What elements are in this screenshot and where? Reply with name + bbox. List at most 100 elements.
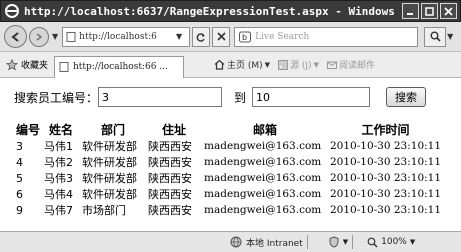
zone-label: 本地 Intranet (246, 238, 303, 249)
cell-department: 软件研发部 (82, 140, 137, 153)
search-options-icon[interactable]: ▼ (447, 32, 453, 41)
employee-id-label: 搜索员工编号： (14, 90, 99, 105)
magnifier-icon (430, 31, 441, 42)
close-icon (444, 6, 453, 16)
rss-icon (278, 59, 289, 70)
mail-icon (327, 61, 337, 69)
navigation-bar: ▼ http://localhost:6 ▼ b Live Search ▼ (0, 22, 461, 52)
stop-icon (217, 32, 226, 41)
cell-work-time: 2010-10-30 23:10:11 (330, 156, 442, 168)
cell-email: madengwei@163.com (204, 172, 322, 184)
security-zone[interactable]: 本地 Intranet (230, 236, 303, 249)
table-row: 5 马伟3 软件研发部 陕西西安 madengwei@163.com 2010-… (14, 170, 443, 186)
svg-text:b: b (242, 33, 247, 42)
cell-department: 市场部门 (82, 204, 126, 217)
search-form: 搜索员工编号： 到 搜索 (14, 87, 427, 107)
page-content: 搜索员工编号： 到 搜索 编号 姓名 部门 住址 邮箱 工作时间 3 马伟1 软… (0, 79, 461, 231)
ie-logo-icon (5, 4, 19, 18)
protected-mode-dropdown-icon[interactable]: ▼ (343, 238, 348, 246)
zoom-level: 100% (381, 237, 407, 247)
zoom-magnifier-icon (367, 237, 378, 247)
compatibility-button[interactable] (192, 26, 211, 47)
cell-department: 软件研发部 (82, 172, 137, 185)
cell-id: 3 (16, 139, 23, 153)
header-work-time: 工作时间 (361, 123, 410, 137)
cell-email: madengwei@163.com (204, 188, 322, 200)
cell-address: 陕西西安 (148, 188, 192, 201)
address-dropdown-icon[interactable]: ▼ (176, 32, 182, 41)
status-divider (352, 235, 354, 249)
protected-mode-button[interactable]: ▼ (328, 236, 348, 248)
zoom-control[interactable]: 100% ▼ (367, 237, 415, 248)
header-department: 部门 (100, 123, 125, 137)
cell-id: 9 (16, 203, 23, 217)
header-email: 邮箱 (252, 123, 277, 137)
close-button[interactable] (440, 3, 457, 19)
search-field[interactable]: b Live Search (234, 26, 419, 47)
intranet-globe-icon (230, 236, 242, 248)
window-title: http://localhost:6637/RangeExpressionTes… (24, 4, 402, 18)
to-id-input[interactable] (252, 87, 371, 107)
header-address: 住址 (161, 123, 186, 137)
address-text[interactable]: http://localhost:6 (79, 32, 175, 42)
maximize-button[interactable] (421, 3, 438, 19)
search-placeholder: Live Search (255, 31, 310, 42)
page-icon (66, 31, 76, 42)
cell-address: 陕西西安 (148, 204, 192, 217)
refresh-icon (196, 32, 205, 42)
feeds-dropdown-icon[interactable]: ▼ (314, 61, 319, 69)
reading-mail-label: 阅读邮件 (339, 61, 376, 71)
maximize-icon (425, 6, 434, 16)
cell-name: 马伟7 (44, 204, 73, 217)
live-search-icon: b (239, 31, 252, 42)
reading-mail-button[interactable]: 阅读邮件 (327, 58, 375, 71)
cell-work-time: 2010-10-30 23:10:11 (330, 172, 442, 184)
minimize-button[interactable] (402, 3, 419, 19)
cell-id: 4 (16, 155, 23, 169)
active-tab[interactable]: http://localhost:66 ... (54, 55, 185, 78)
table-row: 4 马伟2 软件研发部 陕西西安 madengwei@163.com 2010-… (14, 154, 443, 170)
table-row: 9 马伟7 市场部门 陕西西安 madengwei@163.com 2010-1… (14, 202, 443, 218)
home-label: 主页 (M) (227, 61, 263, 71)
cell-address: 陕西西安 (148, 172, 192, 185)
header-name: 姓名 (48, 123, 73, 137)
cell-name: 马伟3 (44, 172, 73, 185)
feeds-button[interactable]: 源 (J) ▼ (278, 58, 319, 71)
cell-email: madengwei@163.com (204, 204, 322, 216)
back-arrow-icon (10, 31, 19, 42)
search-button[interactable]: 搜索 (386, 87, 427, 107)
cell-id: 5 (16, 171, 23, 185)
search-go-button[interactable] (424, 26, 447, 47)
forward-button[interactable] (29, 26, 49, 47)
employee-table: 编号 姓名 部门 住址 邮箱 工作时间 3 马伟1 软件研发部 陕西西安 mad… (14, 121, 443, 218)
range-to-label: 到 (234, 90, 247, 105)
cell-work-time: 2010-10-30 23:10:11 (330, 188, 442, 200)
from-id-input[interactable] (98, 87, 223, 107)
cell-email: madengwei@163.com (204, 140, 322, 152)
back-button[interactable] (4, 25, 27, 48)
history-dropdown-icon[interactable]: ▼ (52, 32, 58, 41)
cell-name: 马伟4 (44, 188, 73, 201)
cell-address: 陕西西安 (148, 156, 192, 169)
star-icon (6, 58, 18, 70)
address-bar[interactable]: http://localhost:6 ▼ (62, 26, 191, 47)
feeds-label: 源 (J) (290, 61, 312, 71)
favorites-bar: 收藏夹 http://localhost:66 ... 主页 (M) ▼ 源 (… (0, 52, 461, 78)
cell-department: 软件研发部 (82, 156, 137, 169)
cell-email: madengwei@163.com (204, 156, 322, 168)
page-icon (59, 62, 69, 72)
window-titlebar: http://localhost:6637/RangeExpressionTes… (0, 0, 461, 22)
favorites-label: 收藏夹 (21, 61, 49, 71)
favorites-button[interactable]: 收藏夹 (6, 58, 48, 71)
table-row: 6 马伟4 软件研发部 陕西西安 madengwei@163.com 2010-… (14, 186, 443, 202)
table-header-row: 编号 姓名 部门 住址 邮箱 工作时间 (14, 121, 443, 138)
stop-button[interactable] (212, 26, 231, 47)
home-button[interactable]: 主页 (M) ▼ (214, 58, 270, 71)
home-dropdown-icon[interactable]: ▼ (265, 61, 270, 69)
cell-work-time: 2010-10-30 23:10:11 (330, 204, 442, 216)
minimize-icon (407, 12, 413, 15)
cell-address: 陕西西安 (148, 140, 192, 153)
status-bar: 本地 Intranet ▼ 100% ▼ (0, 231, 461, 252)
home-icon (214, 59, 225, 70)
zoom-dropdown-icon[interactable]: ▼ (410, 238, 415, 246)
